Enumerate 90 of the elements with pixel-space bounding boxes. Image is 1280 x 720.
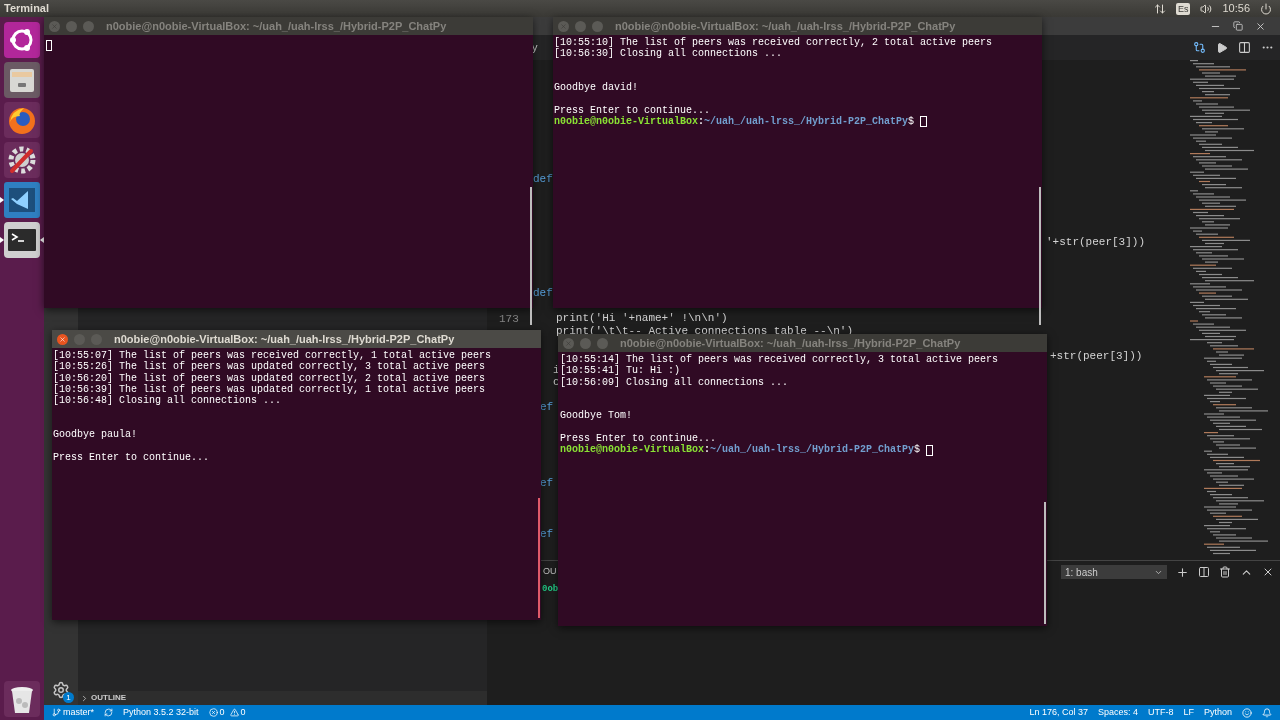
clock[interactable]: 10:56 (1222, 0, 1250, 17)
line-ending-status[interactable]: LF (1183, 705, 1194, 720)
compare-icon[interactable] (1193, 41, 1206, 54)
keyboard-layout-indicator[interactable]: Es (1175, 2, 1191, 15)
terminal-output-line: Press Enter to continue... (554, 104, 711, 116)
terminal-output-line: [10:55:41] Tu: Hi :) (560, 365, 681, 377)
terminal-output-line: Goodbye Tom! (560, 410, 632, 422)
network-icon[interactable] (1153, 2, 1166, 15)
terminal-output-line: [10:55:07] The list of peers was received correctly, 1 total active peers (53, 350, 492, 362)
code-text: ef (540, 528, 554, 541)
window-title: n0obie@n0obie-VirtualBox: ~/uah_/uah-lrss_/Hybrid-P2P_ChatPy (114, 331, 455, 347)
prompt-separator: : (698, 116, 705, 128)
close-icon[interactable] (1255, 20, 1266, 32)
code-text: c (553, 376, 560, 389)
terminal-output-line: Press Enter to continue... (53, 451, 210, 463)
prompt-symbol: $ (908, 116, 915, 128)
delete-icon[interactable] (1219, 566, 1231, 578)
terminal-output-line: [10:56:30] Closing all connections ... (554, 48, 783, 60)
ubuntu-logo-icon[interactable] (4, 22, 40, 58)
window-title: n0obie@n0obie-VirtualBox: ~/uah_/uah-lrss_/Hybrid-P2P_ChatPy (615, 18, 956, 34)
prompt-separator: : (704, 444, 711, 456)
prompt-user: n0obie@n0obie-VirtualBox (560, 444, 705, 456)
prompt-path: ~/uah_/uah-lrss_/Hybrid-P2P_ChatPy (704, 116, 909, 128)
app-title: Terminal (4, 1, 50, 17)
caret-icon (80, 693, 89, 703)
add-terminal-icon[interactable] (1176, 565, 1189, 579)
power-icon[interactable] (1260, 2, 1272, 15)
problems-status[interactable]: 0 0 (208, 705, 246, 720)
close-icon (59, 335, 66, 343)
run-icon[interactable] (1216, 41, 1228, 54)
volume-icon[interactable] (1200, 2, 1213, 15)
close-panel-icon[interactable] (1262, 566, 1274, 578)
code-text: ef (540, 401, 554, 414)
gear-wrench-icon[interactable] (4, 142, 40, 178)
terminal-select[interactable]: 1: bash (1061, 565, 1167, 579)
terminal-output-line: [10:55:10] The list of peers was received correctly, 2 total active peers (554, 37, 993, 49)
feedback-icon[interactable] (1242, 707, 1252, 718)
prompt-user: n0obie@n0obie-VirtualBox (554, 116, 699, 128)
terminal-output-line: [10:55:26] The list of peers was updated correctly, 3 total active peers (53, 361, 486, 373)
terminal-output-line: Goodbye david! (554, 82, 638, 94)
indentation-status[interactable]: Spaces: 4 (1097, 705, 1138, 720)
notifications-icon[interactable] (1262, 707, 1272, 718)
code-text: '+str(peer[3])) (1046, 236, 1146, 249)
split-terminal-icon[interactable] (1198, 566, 1210, 578)
warning-icon (229, 708, 239, 717)
terminal-cursor (46, 40, 52, 51)
code-text: print('\t\t-- Active connections table --\n') (556, 325, 854, 338)
language-status[interactable]: Python (1203, 705, 1232, 720)
trash-icon[interactable] (4, 681, 40, 717)
close-icon (51, 22, 58, 30)
code-editor-icon[interactable] (4, 182, 40, 218)
branch-status[interactable]: master* (52, 705, 94, 720)
close-icon (560, 22, 567, 30)
prompt-symbol: $ (914, 444, 921, 456)
terminal-output-line: [10:56:09] Closing all connections ... (560, 376, 789, 388)
panel-tab[interactable]: OU (543, 565, 557, 579)
window-title: n0obie@n0obie-VirtualBox: ~/uah_/uah-lrss_/Hybrid-P2P_ChatPy (620, 336, 961, 351)
terminal-icon[interactable] (4, 222, 40, 258)
settings-icon[interactable] (52, 681, 70, 699)
restore-icon[interactable] (1233, 21, 1243, 31)
firefox-icon[interactable] (4, 102, 40, 138)
code-text: +str(peer[3])) (1050, 350, 1143, 363)
outline-section-header[interactable]: OUTLINE (78, 691, 487, 705)
interpreter-status[interactable]: Python 3.5.2 32-bit (123, 705, 199, 720)
code-text: print('Hi '+name+' !\n\n') (556, 312, 728, 325)
code-text: def (533, 287, 553, 300)
terminal-output-line: [10:56:20] The list of peers was updated correctly, 2 total active peers (53, 372, 486, 384)
terminal-output-line: [10:56:48] Closing all connections ... (53, 395, 282, 407)
close-button[interactable] (57, 333, 68, 345)
terminal-cursor (926, 444, 934, 456)
close-icon (565, 339, 572, 347)
split-editor-icon[interactable] (1238, 41, 1251, 54)
terminal-output-line: Press Enter to continue... (560, 433, 717, 445)
sync-icon[interactable] (104, 708, 113, 717)
line-number: 173 (499, 313, 519, 326)
encoding-status[interactable]: UTF-8 (1147, 705, 1174, 720)
terminal-prompt-text: 0ob (542, 583, 559, 596)
prompt-path: ~/uah_/uah-lrss_/Hybrid-P2P_ChatPy (710, 444, 915, 456)
error-icon (208, 708, 218, 717)
terminal-cursor (920, 116, 928, 128)
terminal-output-line: [10:56:39] The list of peers was updated correctly, 1 total active peers (53, 383, 486, 396)
file-cabinet-icon[interactable] (4, 62, 40, 98)
branch-icon (52, 708, 61, 717)
notification-badge: 1 (63, 692, 74, 703)
terminal-output-line: [10:55:14] The list of peers was received correctly, 3 total active peers (560, 354, 999, 366)
code-text: ef (540, 477, 554, 490)
terminal-output-line: Goodbye paula! (53, 429, 137, 441)
window-title: n0obie@n0obie-VirtualBox: ~/uah_/uah-lrss_/Hybrid-P2P_ChatPy (106, 18, 447, 34)
code-text: def (533, 173, 553, 186)
cursor-position[interactable]: Ln 176, Col 37 (1029, 705, 1088, 720)
